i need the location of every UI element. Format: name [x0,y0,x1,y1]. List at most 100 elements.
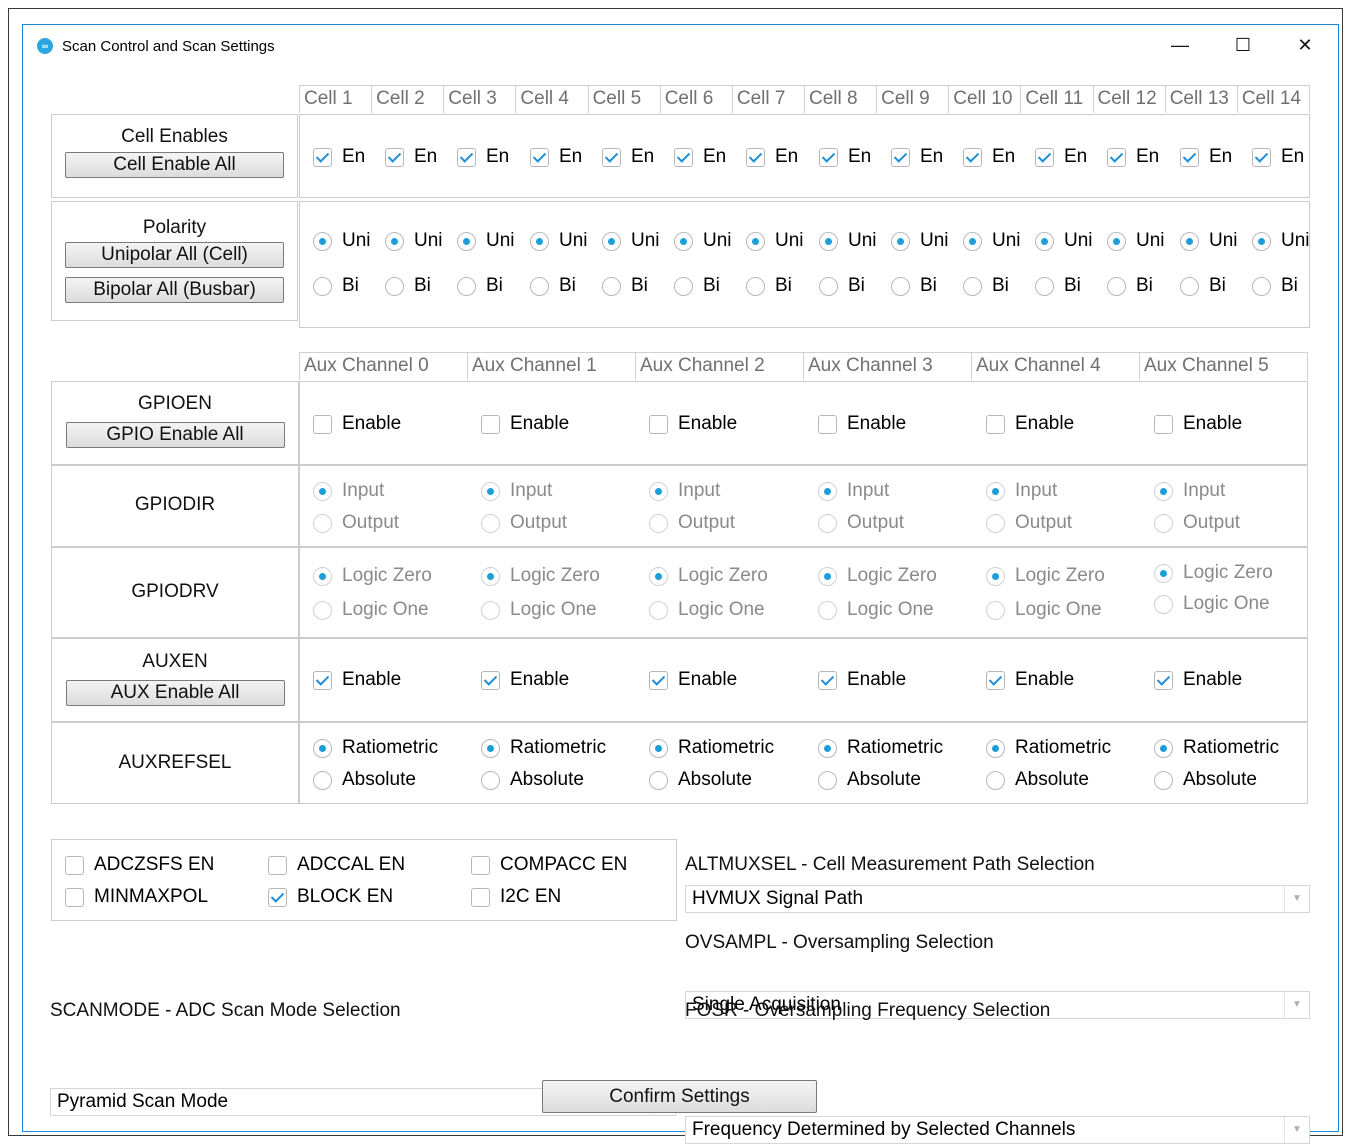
bi-radio[interactable]: Bi [746,275,792,297]
radio-icon[interactable] [481,513,500,533]
cell-enable-checkbox[interactable]: En [746,146,798,168]
checkbox-icon[interactable] [481,414,500,434]
radio-icon[interactable] [649,481,668,501]
bipolar-all-button[interactable]: Bipolar All (Busbar) [65,277,284,303]
gpio-input-radio[interactable]: Input [481,480,552,502]
gpio-enable-all-button[interactable]: GPIO Enable All [65,422,285,448]
radio-icon[interactable] [649,770,668,790]
radio-icon[interactable] [602,276,621,296]
absolute-radio[interactable]: Absolute [1154,769,1257,791]
ratiometric-radio[interactable]: Ratiometric [818,737,943,759]
radio-icon[interactable] [1035,276,1054,296]
radio-icon[interactable] [674,276,693,296]
cell-enable-checkbox[interactable]: En [1252,146,1304,168]
gpio-output-radio[interactable]: Output [818,512,904,534]
cell-enable-checkbox[interactable]: En [385,146,437,168]
aux-enable-checkbox[interactable]: Enable [313,669,401,691]
radio-icon[interactable] [602,231,621,251]
checkbox-icon[interactable] [471,887,490,907]
uni-radio[interactable]: Uni [746,230,804,252]
gpio-enable-checkbox[interactable]: Enable [649,413,737,435]
radio-icon[interactable] [313,231,332,251]
gpio-input-radio[interactable]: Input [818,480,889,502]
flag-checkbox[interactable]: MINMAXPOL [65,886,208,908]
checkbox-icon[interactable] [268,887,287,907]
checkbox-icon[interactable] [313,414,332,434]
checkbox-icon[interactable] [963,147,982,167]
bi-radio[interactable]: Bi [1107,275,1153,297]
bi-radio[interactable]: Bi [1180,275,1226,297]
cell-enable-checkbox[interactable]: En [963,146,1015,168]
uni-radio[interactable]: Uni [1180,230,1238,252]
checkbox-icon[interactable] [891,147,910,167]
bi-radio[interactable]: Bi [530,275,576,297]
logic-one-radio[interactable]: Logic One [818,599,934,621]
radio-icon[interactable] [313,770,332,790]
radio-icon[interactable] [313,738,332,758]
logic-one-radio[interactable]: Logic One [481,599,597,621]
aux-enable-checkbox[interactable]: Enable [818,669,906,691]
radio-icon[interactable] [457,231,476,251]
gpio-input-radio[interactable]: Input [649,480,720,502]
checkbox-icon[interactable] [1107,147,1126,167]
bi-radio[interactable]: Bi [1252,275,1298,297]
confirm-settings-button[interactable]: Confirm Settings [542,1080,817,1113]
checkbox-icon[interactable] [481,670,500,690]
absolute-radio[interactable]: Absolute [481,769,584,791]
radio-icon[interactable] [891,231,910,251]
radio-icon[interactable] [530,231,549,251]
radio-icon[interactable] [1107,231,1126,251]
radio-icon[interactable] [1154,738,1173,758]
fosr-dropdown[interactable]: Frequency Determined by Selected Channel… [685,1116,1310,1144]
radio-icon[interactable] [963,276,982,296]
checkbox-icon[interactable] [1154,670,1173,690]
checkbox-icon[interactable] [313,670,332,690]
radio-icon[interactable] [385,231,404,251]
radio-icon[interactable] [891,276,910,296]
gpio-input-radio[interactable]: Input [313,480,384,502]
uni-radio[interactable]: Uni [819,230,877,252]
radio-icon[interactable] [530,276,549,296]
close-icon[interactable]: ✕ [1290,30,1320,60]
aux-enable-checkbox[interactable]: Enable [649,669,737,691]
uni-radio[interactable]: Uni [963,230,1021,252]
logic-zero-radio[interactable]: Logic Zero [818,565,937,587]
aux-enable-checkbox[interactable]: Enable [481,669,569,691]
checkbox-icon[interactable] [986,670,1005,690]
absolute-radio[interactable]: Absolute [649,769,752,791]
logic-zero-radio[interactable]: Logic Zero [481,565,600,587]
bi-radio[interactable]: Bi [1035,275,1081,297]
gpio-output-radio[interactable]: Output [649,512,735,534]
checkbox-icon[interactable] [313,147,332,167]
aux-enable-all-button[interactable]: AUX Enable All [65,680,285,706]
checkbox-icon[interactable] [1154,414,1173,434]
uni-radio[interactable]: Uni [530,230,588,252]
radio-icon[interactable] [1180,231,1199,251]
flag-checkbox[interactable]: COMPACC EN [471,854,627,876]
gpio-input-radio[interactable]: Input [1154,480,1225,502]
cell-enable-checkbox[interactable]: En [891,146,943,168]
radio-icon[interactable] [481,770,500,790]
radio-icon[interactable] [1154,770,1173,790]
ratiometric-radio[interactable]: Ratiometric [649,737,774,759]
radio-icon[interactable] [818,738,837,758]
radio-icon[interactable] [1154,481,1173,501]
radio-icon[interactable] [963,231,982,251]
cell-enable-checkbox[interactable]: En [1035,146,1087,168]
uni-radio[interactable]: Uni [313,230,371,252]
radio-icon[interactable] [313,276,332,296]
radio-icon[interactable] [986,600,1005,620]
cell-enable-checkbox[interactable]: En [457,146,509,168]
checkbox-icon[interactable] [65,855,84,875]
absolute-radio[interactable]: Absolute [313,769,416,791]
radio-icon[interactable] [313,513,332,533]
radio-icon[interactable] [313,481,332,501]
gpio-output-radio[interactable]: Output [313,512,399,534]
gpio-input-radio[interactable]: Input [986,480,1057,502]
radio-icon[interactable] [457,276,476,296]
radio-icon[interactable] [1154,513,1173,533]
checkbox-icon[interactable] [471,855,490,875]
checkbox-icon[interactable] [457,147,476,167]
unipolar-all-button[interactable]: Unipolar All (Cell) [65,242,284,268]
gpio-enable-checkbox[interactable]: Enable [986,413,1074,435]
